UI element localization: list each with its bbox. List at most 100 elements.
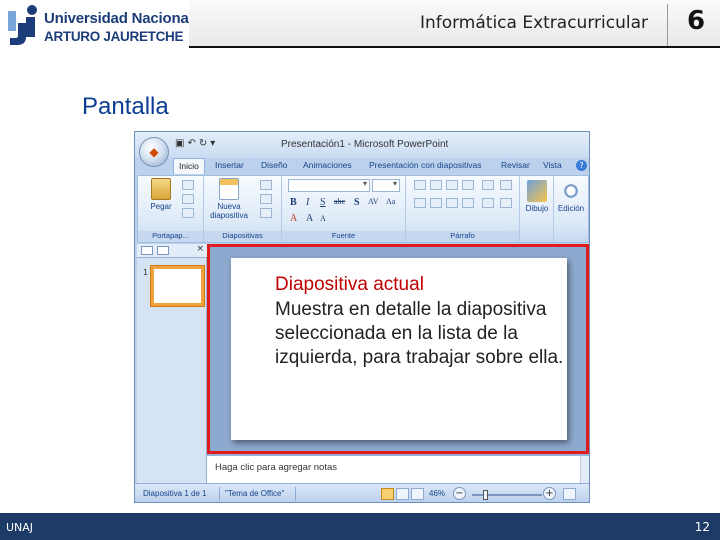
spacing-icon[interactable]: AV [368,197,379,206]
zoom-slider[interactable] [472,490,542,500]
university-logo: Universidad Nacional ARTURO JAURETCHE [6,3,193,47]
group-diapositivas: Nueva diapositiva Diapositivas [204,176,282,242]
shadow-icon[interactable]: S [354,197,360,208]
group-label-parrafo: Párrafo [406,231,519,241]
undo-icon[interactable]: ↶ [187,138,198,149]
slides-tab-icon[interactable] [141,246,153,255]
align-right-icon[interactable] [446,198,458,208]
header-bar: Informática Extracurricular [189,0,720,48]
drawing-label: Dibujo [525,204,549,213]
group-label-portapapeles: Portapap... [138,231,203,241]
tab-presentacion[interactable]: Presentación con diapositivas [369,160,481,170]
editing-label: Edición [557,204,585,213]
fit-window-icon[interactable] [563,488,576,500]
office-button[interactable]: ◆ [139,137,169,167]
zoom-out-icon[interactable]: − [453,487,466,500]
bold-icon[interactable]: B [290,197,297,208]
page-number: 12 [694,520,710,534]
delete-slide-icon[interactable] [260,208,272,218]
notes-placeholder: Haga clic para agregar notas [215,462,337,473]
format-painter-icon[interactable] [182,208,194,218]
group-label-diapositivas: Diapositivas [204,231,281,241]
logo-line-2: ARTURO JAURETCHE [44,29,184,44]
drawing-icon [527,180,547,202]
editing-icon [561,180,581,202]
course-title: Informática Extracurricular [419,13,648,33]
header-divider [667,4,668,46]
new-slide-button[interactable]: Nueva diapositiva [206,178,252,220]
numbering-icon[interactable] [430,180,442,190]
current-slide[interactable]: Diapositiva actual Muestra en detalle la… [231,258,567,440]
view-sorter-icon[interactable] [396,488,409,500]
indent-decrease-icon[interactable] [446,180,458,190]
font-color-icon[interactable]: A [290,213,297,224]
copy-icon[interactable] [182,194,194,204]
paste-icon [151,178,171,200]
justify-icon[interactable] [462,198,474,208]
strikethrough-icon[interactable]: abc [334,197,345,206]
zoom-level: 46% [429,489,446,498]
font-name-combo[interactable] [288,179,370,192]
slide-editing-area: Diapositiva actual Muestra en detalle la… [207,244,589,454]
group-portapapeles: Pegar Portapap... [138,176,204,242]
paste-button[interactable]: Pegar [144,178,178,211]
ribbon-tabs: Inicio Insertar Diseño Animaciones Prese… [171,158,589,175]
qat-customize-icon[interactable]: ▾ [210,138,218,149]
group-label-fuente: Fuente [282,231,405,241]
redo-icon[interactable]: ↻ [199,138,210,149]
grow-font-icon[interactable]: A [306,213,313,224]
indent-increase-icon[interactable] [462,180,474,190]
case-icon[interactable]: Aa [386,197,395,206]
office-button-icon: ◆ [149,145,159,159]
university-logo-icon [8,5,37,45]
window-title: Presentación1 - Microsoft PowerPoint [281,139,449,150]
view-show-icon[interactable] [411,488,424,500]
outline-tab-icon[interactable] [157,246,169,255]
notes-scrollbar[interactable] [580,456,589,485]
bullets-icon[interactable] [414,180,426,190]
font-size-combo[interactable] [372,179,400,192]
footer-label: UNAJ [6,521,34,534]
group-dibujo: Dibujo [520,176,554,242]
view-normal-icon[interactable] [381,488,394,500]
help-icon[interactable]: ? [576,160,587,171]
tab-diseno[interactable]: Diseño [261,160,287,170]
slide-heading: Pantalla [82,93,169,120]
save-icon[interactable]: ▣ [175,138,187,149]
editing-button[interactable]: Edición [555,180,587,213]
drawing-button[interactable]: Dibujo [521,180,553,213]
layout-icon[interactable] [260,180,272,190]
underline-icon[interactable]: S [320,197,326,208]
callout-body: Muestra en detalle la diapositiva selecc… [275,299,564,368]
cut-icon[interactable] [182,180,194,190]
callout-title: Diapositiva actual [275,274,424,295]
zoom-in-icon[interactable]: + [543,487,556,500]
zoom-slider-thumb[interactable] [483,490,488,500]
tab-vista[interactable]: Vista [543,160,562,170]
notes-pane[interactable]: Haga clic para agregar notas [207,454,589,485]
slide-thumbnail[interactable] [151,266,204,306]
reset-icon[interactable] [260,194,272,204]
smartart-icon[interactable] [500,198,512,208]
logo-line-1: Universidad Nacional [44,10,193,27]
tab-inicio[interactable]: Inicio [173,158,205,174]
powerpoint-window: ▣↶↻▾ Presentación1 - Microsoft PowerPoin… [134,131,590,503]
align-left-icon[interactable] [414,198,426,208]
tab-revisar[interactable]: Revisar [501,160,530,170]
close-icon[interactable]: × [196,244,204,254]
slide-footer: UNAJ 12 [0,513,720,540]
slide-header: Universidad Nacional ARTURO JAURETCHE In… [0,0,720,52]
new-slide-label: Nueva diapositiva [210,202,248,220]
new-slide-icon [219,178,239,200]
chapter-number: 6 [686,6,706,36]
columns-icon[interactable] [482,198,494,208]
line-spacing-icon[interactable] [482,180,494,190]
italic-icon[interactable]: I [306,197,309,208]
status-divider [219,487,220,501]
align-center-icon[interactable] [430,198,442,208]
shrink-font-icon[interactable]: A [320,214,326,223]
tab-animaciones[interactable]: Animaciones [303,160,352,170]
slides-pane-tabs: × [137,244,207,258]
tab-insertar[interactable]: Insertar [215,160,244,170]
text-direction-icon[interactable] [500,180,512,190]
